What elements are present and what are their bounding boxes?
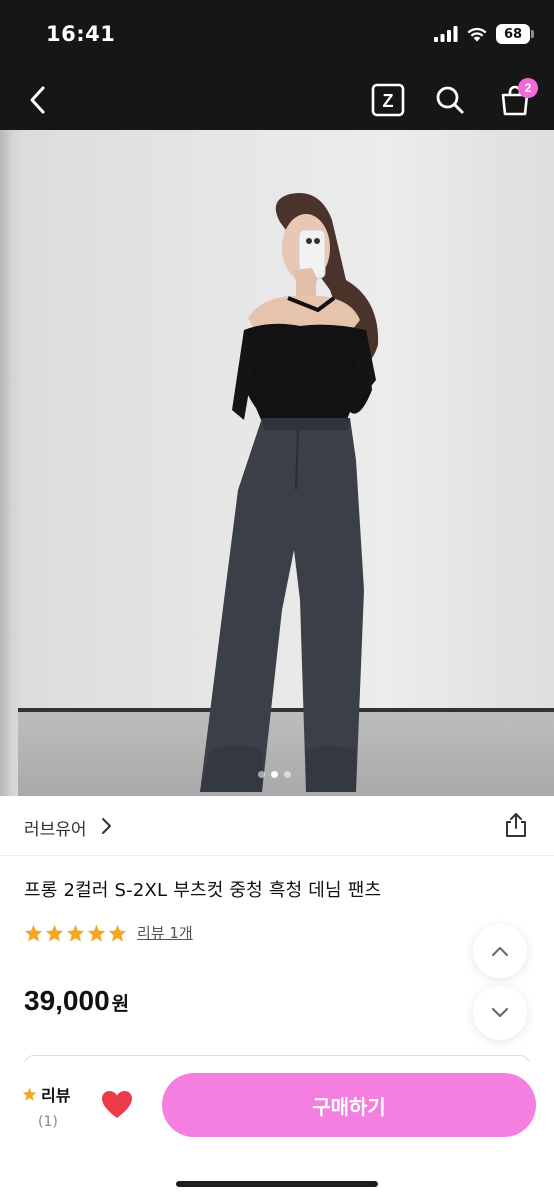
product-title: 프롱 2컬러 S-2XL 부츠컷 중청 흑청 데님 팬츠 [24, 880, 382, 901]
star-icon [24, 924, 43, 942]
wifi-icon [467, 27, 487, 42]
chevron-right-icon [102, 818, 111, 834]
bottom-review-label: 리뷰 [41, 1086, 71, 1105]
share-icon [506, 813, 526, 837]
bottom-action-bar: 리뷰 (1) 구매하기 [0, 1062, 554, 1200]
zigzag-home-button[interactable]: Z [366, 78, 410, 122]
carousel-dot-active [271, 771, 278, 778]
carousel-dot [258, 771, 265, 778]
bottom-review-summary[interactable]: 리뷰 (1) [22, 1082, 70, 1130]
heart-icon [102, 1091, 132, 1118]
zigzag-icon: Z [371, 83, 405, 117]
back-button[interactable] [16, 78, 60, 122]
signal-icon [434, 26, 458, 42]
star-icon [22, 1087, 37, 1101]
chevron-down-icon [492, 1008, 508, 1017]
star-icon [45, 924, 64, 942]
like-button[interactable] [101, 1090, 135, 1122]
battery-indicator: 68 [496, 24, 534, 44]
review-count-link[interactable]: 리뷰 1개 [137, 922, 193, 943]
price-value: 39,000 [24, 985, 110, 1016]
share-button[interactable] [504, 812, 528, 842]
scroll-up-button[interactable] [473, 924, 527, 978]
search-icon [436, 86, 464, 114]
scroll-down-button[interactable] [473, 986, 527, 1040]
product-price: 39,000 원 [24, 985, 129, 1017]
product-image-carousel[interactable] [0, 130, 554, 796]
shop-row[interactable]: 러브유어 [0, 796, 554, 856]
star-icon [108, 924, 127, 942]
rating-stars [24, 924, 127, 942]
star-icon [66, 924, 85, 942]
model-photo [200, 193, 379, 792]
status-icons: 68 [434, 24, 534, 44]
status-time: 16:41 [46, 22, 116, 46]
cart-count-badge: 2 [518, 78, 538, 98]
buy-button[interactable]: 구매하기 [162, 1073, 536, 1137]
back-icon [30, 86, 45, 114]
cart-button[interactable]: 2 [492, 78, 538, 122]
bottom-review-label-row: 리뷰 [22, 1082, 70, 1106]
bottom-review-count: (1) [38, 1114, 58, 1130]
chevron-up-icon [492, 947, 508, 956]
rating-row: 리뷰 1개 [24, 922, 193, 943]
carousel-dot [284, 771, 291, 778]
battery-level: 68 [503, 26, 523, 42]
price-unit: 원 [111, 993, 130, 1015]
home-indicator [176, 1181, 378, 1187]
carousel-dots [258, 771, 291, 778]
zigzag-letter: Z [383, 91, 394, 111]
search-button[interactable] [428, 78, 472, 122]
star-icon [87, 924, 106, 942]
top-nav-bar: Z 2 [0, 68, 554, 130]
status-bar: 16:41 68 [0, 0, 554, 68]
shop-name[interactable]: 러브유어 [24, 815, 87, 840]
